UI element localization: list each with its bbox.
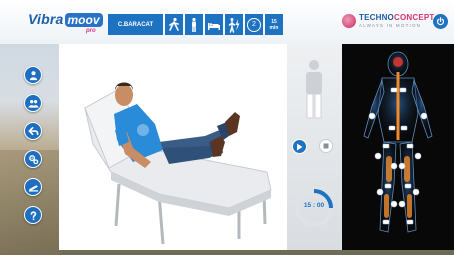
app-logo: Vibra moov pro: [28, 11, 103, 35]
xray-body-view[interactable]: [342, 44, 454, 250]
logo-text-highlight: moov: [64, 13, 103, 27]
person-lightning-icon: [228, 17, 240, 33]
header-bar: Vibra moov pro C.BARACAT 2 15 min TECHNO…: [0, 0, 454, 44]
power-icon: [436, 17, 445, 26]
help-icon: [30, 210, 36, 220]
patient-name-button[interactable]: C.BARACAT: [108, 14, 163, 35]
stop-icon: [323, 143, 329, 149]
brand-name-first: TECHNO: [359, 13, 394, 22]
patient-on-table-illustration: [84, 82, 272, 245]
back-button[interactable]: [24, 122, 42, 140]
session-count-value: 2: [247, 17, 261, 32]
body-silhouette-icon: [306, 60, 322, 119]
session-count-button[interactable]: 2: [245, 14, 263, 35]
timer-value: 15 : 00: [303, 202, 325, 209]
lying-mode-button[interactable]: [205, 14, 223, 35]
walking-mode-button[interactable]: [165, 14, 183, 35]
patient-profile-icon: [29, 70, 37, 80]
logo-text-main: Vibra: [28, 11, 64, 27]
patients-group-icon: [27, 99, 39, 108]
settings-gears-icon: [28, 154, 38, 164]
play-icon: [297, 143, 303, 150]
patient-profile-button[interactable]: [24, 66, 42, 84]
xray-skeleton-illustration: [363, 51, 433, 233]
power-button[interactable]: [433, 14, 448, 29]
bed-icon: [208, 22, 220, 30]
session-timer: 15 : 00: [295, 180, 342, 227]
back-arrow-icon: [28, 126, 38, 135]
brand-mark-icon: [342, 14, 356, 28]
device-button[interactable]: [24, 178, 42, 196]
stop-button[interactable]: [319, 139, 333, 153]
duration-button[interactable]: 15 min: [265, 14, 283, 35]
patients-group-button[interactable]: [24, 94, 42, 112]
help-button[interactable]: [24, 206, 42, 224]
brand-logo: TECHNOCONCEPT ALWAYS IN MOTION: [342, 14, 435, 30]
settings-button[interactable]: [24, 150, 42, 168]
patient-3d-view[interactable]: [59, 44, 287, 250]
logo-text-suffix: pro: [86, 28, 96, 34]
play-button[interactable]: [292, 139, 307, 154]
standing-mode-button[interactable]: [185, 14, 203, 35]
sidebar: [24, 66, 44, 234]
stimulation-mode-button[interactable]: [225, 14, 243, 35]
duration-unit: min: [269, 24, 279, 31]
stimulation-device-icon: [28, 184, 38, 192]
standing-person-icon: [192, 17, 196, 32]
brand-name-second: CONCEPT: [393, 13, 435, 22]
session-toolbar: C.BARACAT 2 15 min: [108, 14, 283, 35]
walking-person-icon: [169, 17, 179, 31]
patient-head: [115, 84, 133, 106]
brand-tagline: ALWAYS IN MOTION: [359, 23, 422, 28]
